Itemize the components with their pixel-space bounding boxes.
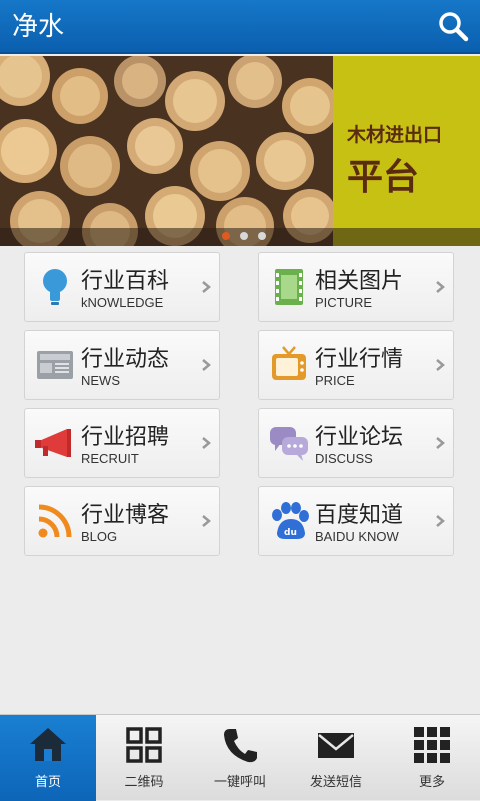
baidu-paw-icon: du: [272, 502, 309, 539]
banner-line2: 平台: [347, 157, 420, 198]
tv-icon: [272, 346, 306, 380]
card-subtitle: kNOWLEDGE: [81, 295, 164, 310]
card-subtitle: PICTURE: [315, 295, 373, 310]
card-subtitle: NEWS: [81, 373, 120, 388]
page-title: 净水: [12, 12, 65, 42]
card-title: 行业百科: [81, 269, 170, 294]
lightbulb-icon: [43, 269, 67, 305]
card-title: 行业博客: [81, 503, 170, 528]
chevron-right-icon: [436, 359, 445, 371]
card-blog[interactable]: 行业博客 BLOG: [24, 486, 220, 556]
card-baidu-know[interactable]: du 百度知道 BAIDU KNOW: [258, 486, 454, 556]
card-subtitle: BAIDU KNOW: [315, 529, 399, 544]
card-price[interactable]: 行业行情 PRICE: [258, 330, 454, 400]
envelope-icon: [318, 733, 354, 758]
tab-sms[interactable]: 发送短信: [288, 715, 384, 801]
grid-icon: [126, 727, 162, 763]
carousel-dot-2[interactable]: [240, 232, 248, 240]
card-title: 百度知道: [315, 503, 404, 528]
card-knowledge[interactable]: 行业百科 kNOWLEDGE: [24, 252, 220, 322]
card-recruit[interactable]: 行业招聘 RECRUIT: [24, 408, 220, 478]
chat-bubbles-icon: [270, 427, 308, 461]
tab-home[interactable]: 首页: [0, 715, 96, 801]
banner-carousel[interactable]: 木材进出口 平台: [0, 56, 480, 246]
card-picture[interactable]: 相关图片 PICTURE: [258, 252, 454, 322]
home-icon: [30, 728, 66, 761]
rss-icon: [38, 504, 72, 538]
card-title: 相关图片: [315, 269, 404, 294]
megaphone-icon: [35, 429, 71, 457]
banner-line1: 木材进出口: [347, 124, 443, 146]
carousel-dot-3[interactable]: [258, 232, 266, 240]
more-grid-icon: [414, 727, 450, 763]
chevron-right-icon: [202, 359, 211, 371]
tab-label: 首页: [34, 775, 61, 790]
card-news[interactable]: 行业动态 NEWS: [24, 330, 220, 400]
carousel-dot-1[interactable]: [222, 232, 230, 240]
chevron-right-icon: [436, 281, 445, 293]
tab-label: 二维码: [124, 775, 164, 790]
chevron-right-icon: [436, 515, 445, 527]
card-subtitle: BLOG: [81, 529, 118, 544]
card-title: 行业招聘: [81, 425, 170, 450]
timber-logs-image: [0, 56, 333, 246]
tab-more[interactable]: 更多: [384, 715, 480, 801]
chevron-right-icon: [436, 437, 445, 449]
card-title: 行业行情: [315, 347, 404, 372]
card-title: 行业论坛: [315, 425, 404, 450]
banner-promo-panel: 木材进出口 平台: [333, 56, 480, 246]
tab-label: 发送短信: [309, 775, 362, 790]
bottom-nav: 首页 二维码 一键呼叫 发送短信 更多: [0, 714, 480, 801]
newspaper-icon: [37, 351, 73, 379]
card-subtitle: PRICE: [315, 373, 355, 388]
chevron-right-icon: [202, 437, 211, 449]
carousel-dots: [222, 232, 266, 240]
card-discuss[interactable]: 行业论坛 DISCUSS: [258, 408, 454, 478]
card-title: 行业动态: [81, 347, 170, 372]
chevron-right-icon: [202, 281, 211, 293]
top-bar: 净水: [0, 0, 480, 54]
card-subtitle: DISCUSS: [315, 451, 373, 466]
chevron-right-icon: [202, 515, 211, 527]
tab-qrcode[interactable]: 二维码: [96, 715, 192, 801]
svg-text:du: du: [284, 528, 297, 538]
card-subtitle: RECRUIT: [81, 451, 139, 466]
film-icon: [275, 269, 303, 305]
tab-call[interactable]: 一键呼叫: [192, 715, 288, 801]
search-icon[interactable]: [436, 9, 470, 43]
tab-label: 一键呼叫: [213, 775, 266, 790]
phone-icon: [224, 729, 257, 763]
tab-label: 更多: [418, 775, 445, 790]
